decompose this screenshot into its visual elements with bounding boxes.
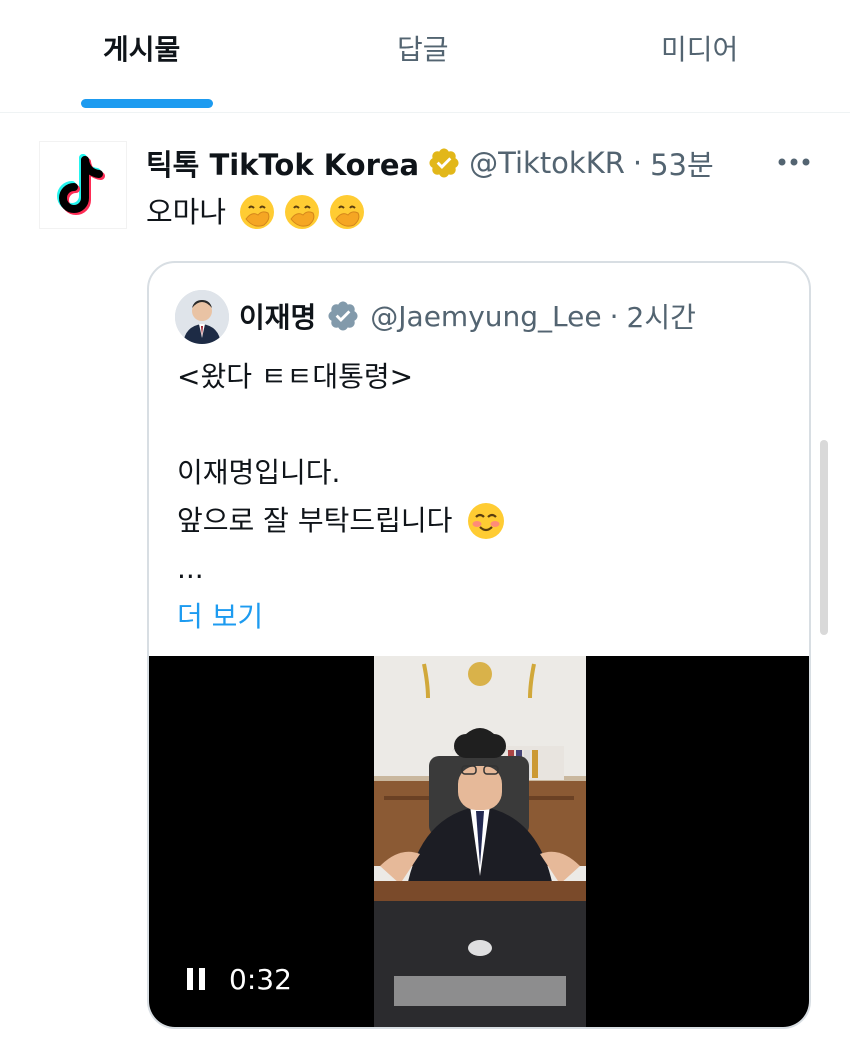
- show-more-link[interactable]: 더 보기: [177, 593, 506, 641]
- tab-media[interactable]: 미디어: [661, 30, 738, 70]
- tweet-header: 틱톡 TikTok Korea @TiktokKR · 53분: [146, 141, 714, 185]
- video-player[interactable]: 0:32: [149, 656, 809, 1027]
- quoted-tweet-time[interactable]: 2시간: [627, 296, 696, 336]
- tab-replies[interactable]: 답글: [397, 30, 449, 70]
- hand-over-mouth-emoji-icon: [328, 193, 366, 231]
- tweet-text-content: 오마나: [146, 195, 227, 229]
- separator-dot: ·: [609, 299, 619, 333]
- quoted-text-line: [177, 401, 506, 449]
- tiktok-avatar[interactable]: [39, 141, 127, 229]
- tiktok-logo-icon: [57, 154, 105, 215]
- verified-gold-badge-icon: [427, 146, 461, 180]
- quoted-text-line: ...: [177, 552, 204, 585]
- quoted-author-name[interactable]: 이재명: [239, 296, 316, 336]
- hand-over-mouth-emoji-icon: [283, 193, 321, 231]
- video-controls: 0:32: [185, 959, 292, 999]
- quoted-text-content: 앞으로 잘 부탁드립니다: [177, 504, 453, 537]
- separator-dot: ·: [632, 146, 643, 180]
- profile-tabs: 게시물 답글 미디어: [0, 0, 850, 113]
- quoted-author-handle[interactable]: @Jaemyung_Lee: [370, 300, 601, 333]
- scrollbar[interactable]: [820, 440, 828, 635]
- quoted-tweet-card[interactable]: 이재명 @Jaemyung_Lee · 2시간 <왔다 ㅌㅌ대통령> 이재명입니…: [147, 261, 811, 1029]
- quoted-text-line: 앞으로 잘 부탁드립니다: [177, 497, 506, 545]
- pause-icon[interactable]: [185, 964, 211, 994]
- video-thumbnail: [374, 656, 586, 1027]
- tweet-text: 오마나: [146, 190, 366, 234]
- smiling-face-with-blush-emoji-icon: [466, 501, 506, 541]
- video-frame: [374, 656, 586, 1027]
- tweet-time[interactable]: 53분: [650, 142, 714, 184]
- quoted-author-avatar[interactable]: [175, 290, 229, 344]
- quoted-text-line: 이재명입니다.: [177, 456, 341, 489]
- tab-posts[interactable]: 게시물: [103, 30, 180, 70]
- verified-gray-badge-icon: [326, 299, 360, 333]
- author-handle[interactable]: @TiktokKR: [469, 146, 625, 180]
- hand-over-mouth-emoji-icon: [238, 193, 276, 231]
- video-duration: 0:32: [229, 962, 292, 996]
- author-name[interactable]: 틱톡 TikTok Korea: [146, 142, 419, 184]
- quoted-tweet-body: <왔다 ㅌㅌ대통령> 이재명입니다. 앞으로 잘 부탁드립니다 ... 더 보기: [177, 353, 506, 641]
- quoted-tweet-header: 이재명 @Jaemyung_Lee · 2시간: [239, 293, 696, 339]
- active-tab-indicator: [81, 99, 213, 108]
- quoted-text-line: <왔다 ㅌㅌ대통령>: [177, 360, 414, 393]
- more-options-icon[interactable]: [774, 144, 814, 180]
